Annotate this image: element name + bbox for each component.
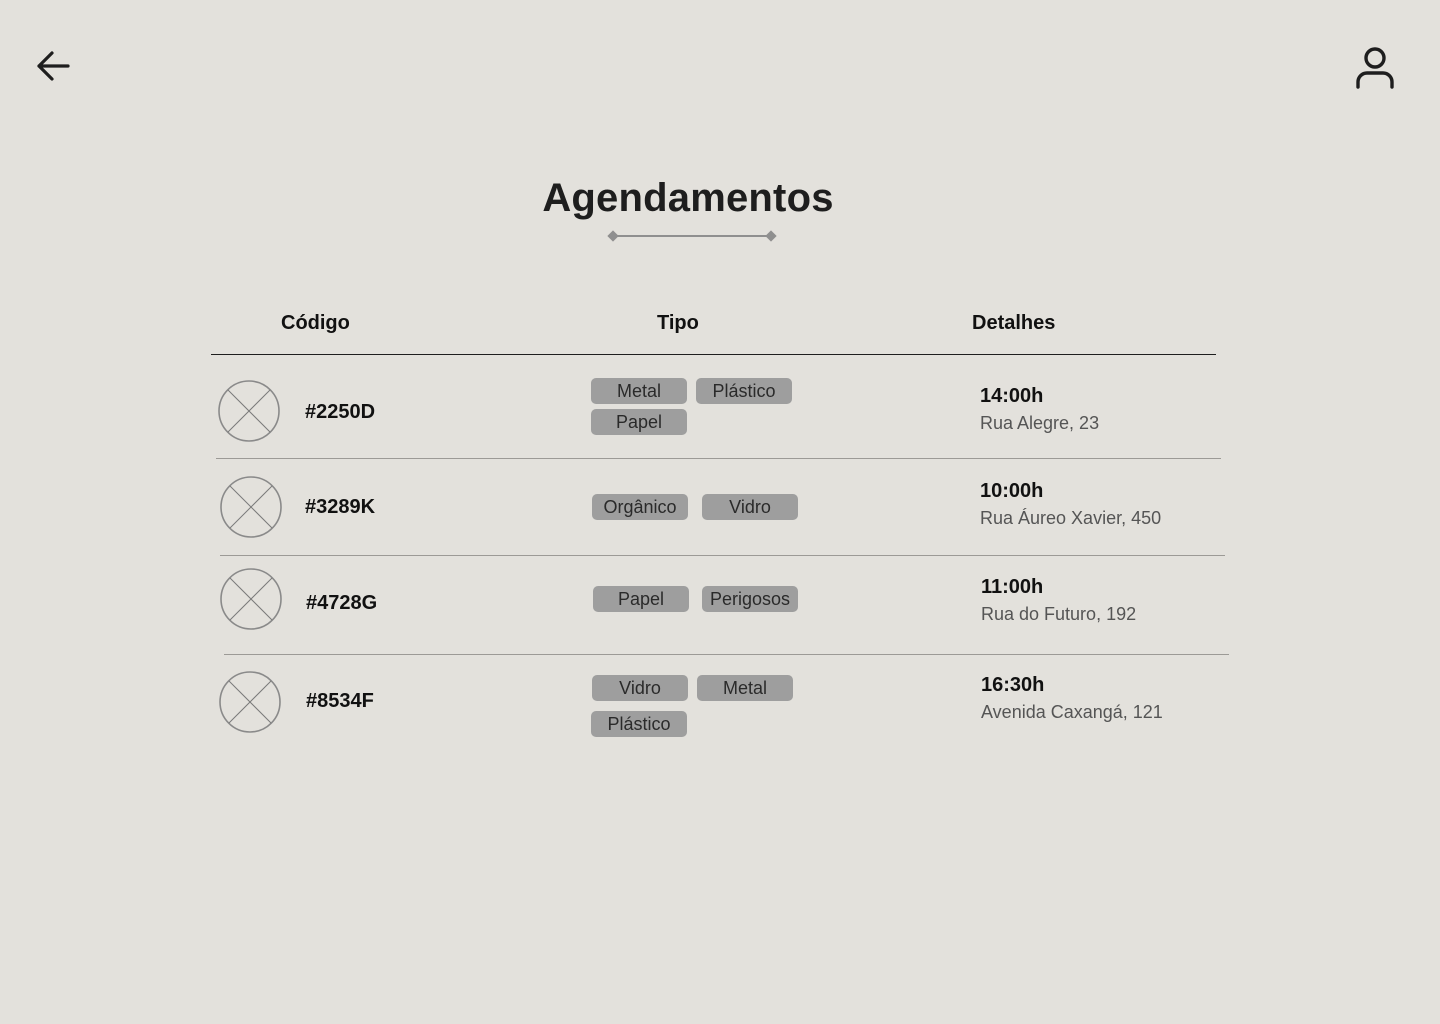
row-address: Avenida Caxangá, 121 (981, 702, 1163, 722)
page-title: Agendamentos (542, 176, 834, 220)
profile-button[interactable] (1352, 46, 1398, 92)
type-chip[interactable]: Metal (591, 378, 687, 404)
back-button[interactable] (34, 46, 74, 86)
row-time: 16:30h (981, 674, 1045, 696)
type-chip[interactable]: Vidro (592, 675, 688, 701)
column-header-detalhes: Detalhes (972, 312, 1056, 334)
row-code: #8534F (306, 690, 374, 712)
row-code: #3289K (305, 496, 376, 518)
type-chip[interactable]: Perigosos (702, 586, 798, 612)
row-time: 10:00h (980, 480, 1044, 502)
user-icon (1356, 47, 1394, 89)
column-header-tipo: Tipo (657, 312, 699, 334)
row-time: 14:00h (980, 385, 1044, 407)
type-chip[interactable]: Vidro (702, 494, 798, 520)
row-address: Rua Alegre, 23 (980, 413, 1100, 433)
type-chip[interactable]: Orgânico (592, 494, 688, 520)
header-divider (211, 354, 1216, 355)
type-chip[interactable]: Plástico (696, 378, 792, 404)
row-code: #2250D (305, 401, 376, 423)
row-code: #4728G (306, 592, 378, 614)
type-chip[interactable]: Metal (697, 675, 793, 701)
image-placeholder-icon (220, 568, 282, 630)
column-header-codigo: Código (281, 312, 350, 334)
type-chip[interactable]: Papel (593, 586, 689, 612)
arrow-left-icon (37, 51, 70, 81)
type-chip[interactable]: Plástico (591, 711, 687, 737)
row-time: 11:00h (981, 576, 1044, 598)
image-placeholder-icon (219, 671, 281, 733)
row-divider (224, 654, 1229, 655)
title-divider (607, 230, 777, 242)
image-placeholder-icon (218, 380, 280, 442)
row-divider (220, 555, 1225, 556)
row-address: Rua do Futuro, 192 (981, 604, 1137, 624)
type-chip[interactable]: Papel (591, 409, 687, 435)
row-divider (216, 458, 1221, 459)
row-address: Rua Áureo Xavier, 450 (980, 508, 1162, 528)
image-placeholder-icon (220, 476, 282, 538)
